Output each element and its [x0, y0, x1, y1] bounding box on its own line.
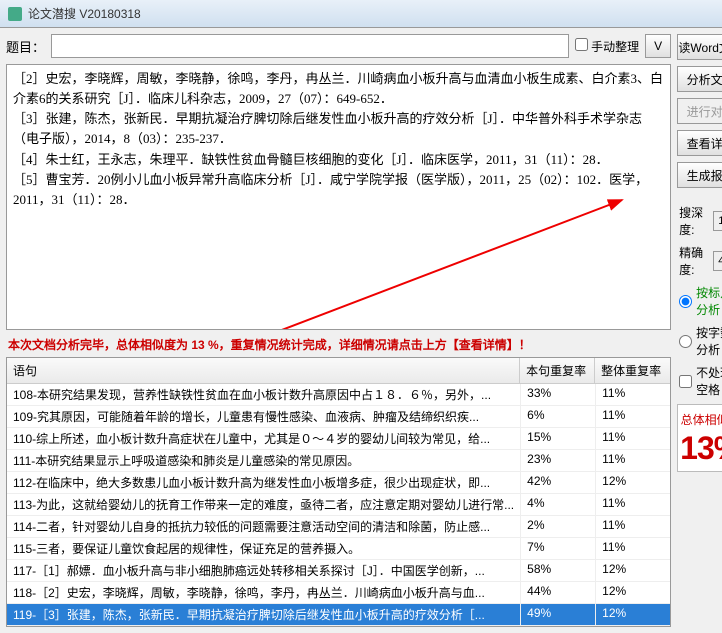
table-cell: 11%	[595, 450, 670, 471]
report-button[interactable]: 生成报告	[677, 162, 722, 188]
table-cell: 12%	[595, 604, 670, 625]
sidebar: 读Word文档 分析文档 进行对比 查看详情 生成报告 搜深度: 1 精确度: …	[677, 28, 722, 633]
col-overall-rate[interactable]: 整体重复率	[595, 358, 670, 383]
table-cell: 58%	[520, 560, 595, 581]
table-cell: 11%	[595, 384, 670, 405]
table-cell: 119-［3］张建，陈杰，张新民．早期抗凝治疗脾切除后继发性血小板升高的疗效分析…	[7, 604, 520, 625]
table-cell: 111-本研究结果显示上呼吸道感染和肺炎是儿童感染的常见原因。	[7, 450, 520, 471]
table-cell: 2%	[520, 516, 595, 537]
table-row[interactable]: 109-究其原因，可能随着年龄的增长，儿童患有慢性感染、血液病、肿瘤及结缔织织疾…	[7, 406, 670, 428]
title-bar: 论文潜搜 V20180318	[0, 0, 722, 28]
table-cell: 44%	[520, 582, 595, 603]
annotation-arrow	[177, 195, 647, 330]
table-row[interactable]: 114-二者，针对婴幼儿自身的抵抗力较低的问题需要注意活动空间的清洁和除菌，防止…	[7, 516, 670, 538]
app-icon	[8, 7, 22, 21]
v-button[interactable]: V	[645, 34, 671, 58]
table-cell: 33%	[520, 384, 595, 405]
table-cell: 11%	[595, 428, 670, 449]
accuracy-select[interactable]: 4	[713, 251, 722, 271]
table-row[interactable]: 117-［1］郝嫖．血小板升高与非小细胞肺癌远处转移相关系探讨［J］．中国医学创…	[7, 560, 670, 582]
table-cell: 4%	[520, 494, 595, 515]
accuracy-label: 精确度:	[679, 244, 710, 278]
table-row[interactable]: 118-［2］史宏，李晓辉，周敏，李晓静，徐鸣，李丹，冉丛兰．川崎病血小板升高与…	[7, 582, 670, 604]
analysis-summary: 本次文档分析完毕，总体相似度为 13 %，重复情况统计完成，详细情况请点击上方【…	[6, 330, 671, 357]
depth-row: 搜深度: 1	[677, 204, 722, 238]
table-row[interactable]: 112-在临床中，绝大多数患儿血小板计数升高为继发性血小板增多症，很少出现症状，…	[7, 472, 670, 494]
table-cell: 12%	[595, 472, 670, 493]
col-sentence[interactable]: 语句	[7, 358, 520, 383]
table-cell: 110-综上所述，血小板计数升高症状在儿童中，尤其是０～４岁的婴幼儿间较为常见，…	[7, 428, 520, 449]
depth-select[interactable]: 1	[713, 211, 722, 231]
table-cell: 12%	[595, 582, 670, 603]
topic-label: 题目：	[6, 37, 45, 56]
table-cell: 108-本研究结果发现，营养性缺铁性贫血在血小板计数升高原因中占１８．６％，另外…	[7, 384, 520, 405]
table-header: 语句 本句重复率 整体重复率	[7, 358, 670, 384]
table-row[interactable]: 115-三者，要保证儿童饮食起居的规律性，保证充足的营养摄入。7%11%	[7, 538, 670, 560]
analyze-button[interactable]: 分析文档	[677, 66, 722, 92]
topic-row: 题目： 手动整理 V	[6, 34, 671, 58]
topic-input[interactable]	[51, 34, 569, 58]
by-chars-radio[interactable]: 按字数分析	[677, 324, 722, 358]
reference-line: ［3］张建，陈杰，张新民．早期抗凝治疗脾切除后继发性血小板升高的疗效分析［J］．…	[13, 109, 664, 149]
depth-label: 搜深度:	[679, 204, 710, 238]
compare-button: 进行对比	[677, 98, 722, 124]
results-table: 语句 本句重复率 整体重复率 108-本研究结果发现，营养性缺铁性贫血在血小板计…	[6, 357, 671, 627]
table-row[interactable]: 119-［3］张建，陈杰，张新民．早期抗凝治疗脾切除后继发性血小板升高的疗效分析…	[7, 604, 670, 626]
table-cell: 11%	[595, 494, 670, 515]
table-row[interactable]: 113-为此，这就给婴幼儿的抚育工作带来一定的难度，亟待二者，应注意定期对婴幼儿…	[7, 494, 670, 516]
table-cell: 115-三者，要保证儿童饮食起居的规律性，保证充足的营养摄入。	[7, 538, 520, 559]
table-row[interactable]: 111-本研究结果显示上呼吸道感染和肺炎是儿童感染的常见原因。23%11%	[7, 450, 670, 472]
no-space-checkbox[interactable]: 不处理空格	[677, 364, 722, 398]
by-punct-radio[interactable]: 按标点分析	[677, 284, 722, 318]
table-cell: 7%	[520, 538, 595, 559]
col-sentence-rate[interactable]: 本句重复率	[520, 358, 595, 383]
table-cell: 113-为此，这就给婴幼儿的抚育工作带来一定的难度，亟待二者，应注意定期对婴幼儿…	[7, 494, 520, 515]
table-cell: 6%	[520, 406, 595, 427]
window-title: 论文潜搜 V20180318	[28, 5, 141, 22]
table-row[interactable]: 110-综上所述，血小板计数升高症状在儿童中，尤其是０～４岁的婴幼儿间较为常见，…	[7, 428, 670, 450]
table-cell: 117-［1］郝嫖．血小板升高与非小细胞肺癌远处转移相关系探讨［J］．中国医学创…	[7, 560, 520, 581]
read-word-button[interactable]: 读Word文档	[677, 34, 722, 60]
table-cell: 42%	[520, 472, 595, 493]
table-row[interactable]: 108-本研究结果发现，营养性缺铁性贫血在血小板计数升高原因中占１８．６％，另外…	[7, 384, 670, 406]
table-cell: 15%	[520, 428, 595, 449]
table-cell: 118-［2］史宏，李晓辉，周敏，李晓静，徐鸣，李丹，冉丛兰．川崎病血小板升高与…	[7, 582, 520, 603]
table-cell: 11%	[595, 516, 670, 537]
reference-line: ［4］朱士红，王永志，朱理平．缺铁性贫血骨髓巨核细胞的变化［J］．临床医学，20…	[13, 150, 664, 170]
accuracy-row: 精确度: 4	[677, 244, 722, 278]
table-cell: 11%	[595, 406, 670, 427]
manual-sort-checkbox[interactable]: 手动整理	[575, 38, 639, 55]
table-cell: 112-在临床中，绝大多数患儿血小板计数升高为继发性血小板增多症，很少出现症状，…	[7, 472, 520, 493]
similarity-label: 总体相似度	[680, 411, 722, 428]
table-cell: 23%	[520, 450, 595, 471]
table-cell: 109-究其原因，可能随着年龄的增长，儿童患有慢性感染、血液病、肿瘤及结缔织织疾…	[7, 406, 520, 427]
similarity-value: 13%	[680, 430, 722, 467]
similarity-box: 总体相似度 13%	[677, 404, 722, 472]
detail-button[interactable]: 查看详情	[677, 130, 722, 156]
table-cell: 49%	[520, 604, 595, 625]
table-cell: 12%	[595, 560, 670, 581]
references-box[interactable]: ［2］史宏，李晓辉，周敏，李晓静，徐鸣，李丹，冉丛兰．川崎病血小板升高与血清血小…	[6, 64, 671, 330]
table-cell: 11%	[595, 538, 670, 559]
reference-line: ［2］史宏，李晓辉，周敏，李晓静，徐鸣，李丹，冉丛兰．川崎病血小板升高与血清血小…	[13, 69, 664, 109]
table-cell: 114-二者，针对婴幼儿自身的抵抗力较低的问题需要注意活动空间的清洁和除菌，防止…	[7, 516, 520, 537]
reference-line: ［5］曹宝芳．20例小儿血小板异常升高临床分析［J］．咸宁学院学报（医学版），2…	[13, 170, 664, 210]
